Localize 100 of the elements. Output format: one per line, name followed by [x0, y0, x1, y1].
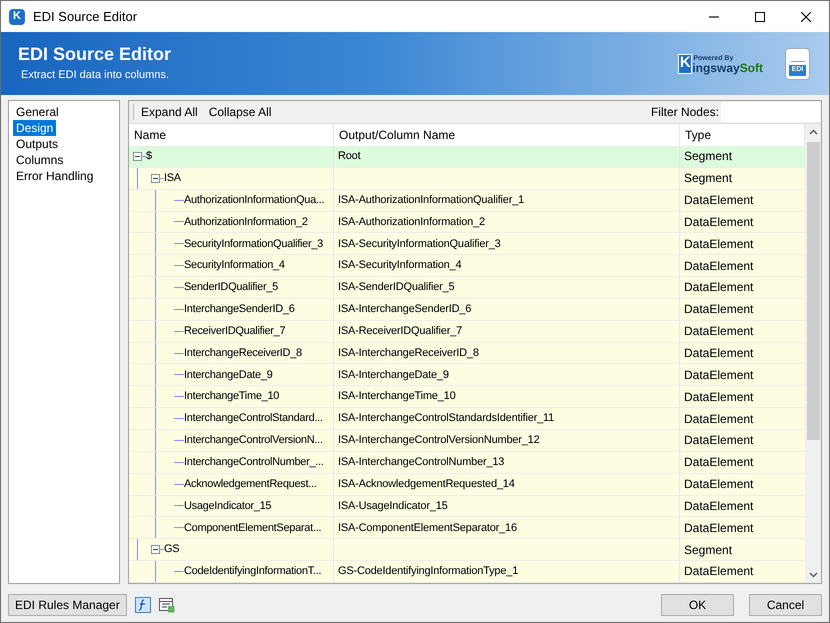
- node-type: DataElement: [684, 366, 754, 384]
- output-column-name: ISA-ReceiverIDQualifier_7: [338, 324, 462, 339]
- tree-row[interactable]: SecurityInformationQualifier_3 ISA-SecurityInformationQualifier_3 DataElement: [129, 233, 805, 256]
- node-type: DataElement: [684, 498, 754, 515]
- node-type: Segment: [684, 148, 732, 166]
- collapse-icon[interactable]: [151, 545, 160, 554]
- output-column-name: ISA-AcknowledgementRequested_14: [338, 476, 515, 492]
- output-column-name: Root: [338, 149, 360, 164]
- tree-row[interactable]: SecurityInformation_4 ISA-SecurityInformation_4 DataElement: [129, 255, 805, 278]
- window-title: EDI Source Editor: [33, 8, 138, 26]
- node-type: DataElement: [684, 454, 754, 472]
- node-type: DataElement: [684, 258, 754, 275]
- node-name: InterchangeControlVersionN...: [184, 433, 323, 448]
- node-type: DataElement: [684, 520, 754, 537]
- tree-row[interactable]: UsageIndicator_15 ISA-UsageIndicator_15 DataElement: [129, 496, 805, 518]
- dialog-button[interactable]: Cancel: [749, 594, 822, 616]
- output-column-name: ISA-AuthorizationInformation_2: [338, 214, 485, 230]
- node-name: InterchangeReceiverID_8: [184, 346, 302, 361]
- node-name: InterchangeDate_9: [184, 368, 272, 383]
- tree-row[interactable]: InterchangeDate_9 ISA-InterchangeDate_9 DataElement: [129, 364, 805, 386]
- node-name: InterchangeControlStandard...: [184, 411, 323, 426]
- node-name: SecurityInformation_4: [184, 258, 285, 274]
- node-type: DataElement: [684, 236, 754, 253]
- tree-row[interactable]: SenderIDQualifier_5 ISA-SenderIDQualifier_5 DataElement: [129, 277, 805, 299]
- filter-field[interactable]: [721, 102, 821, 122]
- tree-row[interactable]: GS Segment: [129, 539, 805, 562]
- node-type: DataElement: [684, 279, 754, 296]
- tree-row[interactable]: InterchangeControlVersionN... ISA-InterchangeControlVersionNumber_12 DataElement: [129, 430, 805, 452]
- output-column-name: GS-CodeIdentifyingInformationType_1: [338, 564, 518, 580]
- banner-title: EDI Source Editor: [18, 43, 172, 66]
- node-name: CodeIdentifyingInformationT...: [184, 564, 322, 580]
- banner-subtitle: Extract EDI data into columns.: [20, 68, 170, 84]
- tree-row[interactable]: InterchangeReceiverID_8 ISA-InterchangeReceiverID_8 DataElement: [129, 342, 805, 364]
- sidebar-item[interactable]: Columns: [13, 152, 66, 168]
- node-name: GS: [164, 542, 180, 558]
- output-column-name: ISA-InterchangeControlNumber_13: [338, 454, 504, 470]
- tree-row[interactable]: InterchangeTime_10 ISA-InterchangeTime_10 DataElement: [129, 386, 805, 408]
- node-type: DataElement: [684, 345, 754, 362]
- dialog-button[interactable]: OK: [661, 594, 734, 616]
- tree-row[interactable]: ComponentElementSeparat... ISA-ComponentElementSeparator_16 DataElement: [129, 517, 805, 540]
- node-type: DataElement: [684, 214, 754, 231]
- output-column-name: ISA-InterchangeDate_9: [338, 368, 449, 383]
- node-type: DataElement: [684, 301, 754, 318]
- tree-row[interactable]: AuthorizationInformationQua... ISA-AuthorizationInformationQualifier_1 DataElement: [129, 190, 805, 212]
- tree-row[interactable]: $ Root Segment: [129, 146, 805, 168]
- node-type: DataElement: [684, 563, 754, 580]
- node-name: ReceiverIDQualifier_7: [184, 324, 286, 339]
- node-name: SenderIDQualifier_5: [184, 280, 278, 296]
- output-column-name: ISA-ComponentElementSeparator_16: [338, 520, 517, 536]
- table-icon[interactable]: [158, 597, 175, 613]
- tree-row[interactable]: CodeIdentifyingInformationT... GS-CodeIdentifyingInformationType_1 DataElement: [129, 561, 805, 583]
- node-type: DataElement: [684, 388, 754, 406]
- close-icon[interactable]: [801, 12, 811, 22]
- tree-row[interactable]: InterchangeSenderID_6 ISA-InterchangeSenderID_6 DataElement: [129, 298, 805, 321]
- output-column-name: ISA-SenderIDQualifier_5: [338, 280, 454, 296]
- output-column-name: ISA-SecurityInformationQualifier_3: [338, 236, 501, 252]
- collapse-icon[interactable]: [133, 152, 142, 161]
- node-name: AcknowledgementRequest...: [184, 476, 317, 492]
- maximize-icon[interactable]: [755, 12, 765, 22]
- toolbar-button[interactable]: Expand All: [139, 103, 200, 121]
- node-type: DataElement: [684, 476, 754, 494]
- node-name: $: [146, 149, 152, 164]
- output-column-name: ISA-UsageIndicator_15: [338, 498, 448, 514]
- output-column-name: ISA-InterchangeReceiverID_8: [338, 346, 479, 361]
- node-name: AuthorizationInformationQua...: [184, 192, 324, 208]
- node-name: InterchangeSenderID_6: [184, 302, 295, 318]
- tree-row[interactable]: AcknowledgementRequest... ISA-AcknowledgementRequested_14 DataElement: [129, 474, 805, 496]
- node-name: InterchangeTime_10: [184, 389, 280, 404]
- node-name: ComponentElementSeparat...: [184, 520, 322, 536]
- function-icon[interactable]: [134, 597, 151, 613]
- output-column-name: ISA-InterchangeControlStandardsIdentifier_11: [338, 411, 554, 426]
- toolbar-button[interactable]: Collapse All: [206, 103, 274, 121]
- sidebar-item[interactable]: Design: [13, 120, 56, 136]
- tree-row[interactable]: InterchangeControlNumber_... ISA-InterchangeControlNumber_13 DataElement: [129, 452, 805, 474]
- sidebar-item[interactable]: General: [13, 104, 62, 120]
- node-name: UsageIndicator_15: [184, 498, 272, 514]
- sidebar-item[interactable]: Error Handling: [13, 168, 96, 184]
- output-column-name: ISA-InterchangeTime_10: [338, 389, 456, 404]
- collapse-icon[interactable]: [151, 174, 160, 183]
- node-type: DataElement: [684, 432, 754, 450]
- tree-row[interactable]: ISA Segment: [129, 168, 805, 190]
- tree-row[interactable]: ReceiverIDQualifier_7 ISA-ReceiverIDQualifier_7 DataElement: [129, 320, 805, 343]
- node-type: DataElement: [684, 410, 754, 428]
- output-column-name: ISA-InterchangeControlVersionNumber_12: [338, 433, 540, 448]
- tree-row[interactable]: AuthorizationInformation_2 ISA-AuthorizationInformation_2 DataElement: [129, 212, 805, 234]
- output-column-name: ISA-SecurityInformation_4: [338, 258, 462, 274]
- sidebar-item[interactable]: Outputs: [13, 136, 62, 152]
- node-type: DataElement: [684, 192, 754, 210]
- output-column-name: ISA-AuthorizationInformationQualifier_1: [338, 192, 524, 208]
- node-name: InterchangeControlNumber_...: [184, 454, 324, 470]
- output-column-name: ISA-InterchangeSenderID_6: [338, 302, 472, 318]
- rules-manager-button[interactable]: EDI Rules Manager: [8, 594, 127, 616]
- tree-row[interactable]: InterchangeControlStandard... ISA-InterchangeControlStandardsIdentifier_11 DataElement: [129, 408, 805, 430]
- node-type: Segment: [684, 170, 732, 188]
- node-name: ISA: [164, 171, 181, 186]
- node-type: Segment: [684, 542, 732, 559]
- node-name: AuthorizationInformation_2: [184, 214, 308, 230]
- node-name: SecurityInformationQualifier_3: [184, 236, 323, 252]
- filter-label: Filter Nodes:: [650, 104, 719, 121]
- node-type: DataElement: [684, 323, 754, 340]
